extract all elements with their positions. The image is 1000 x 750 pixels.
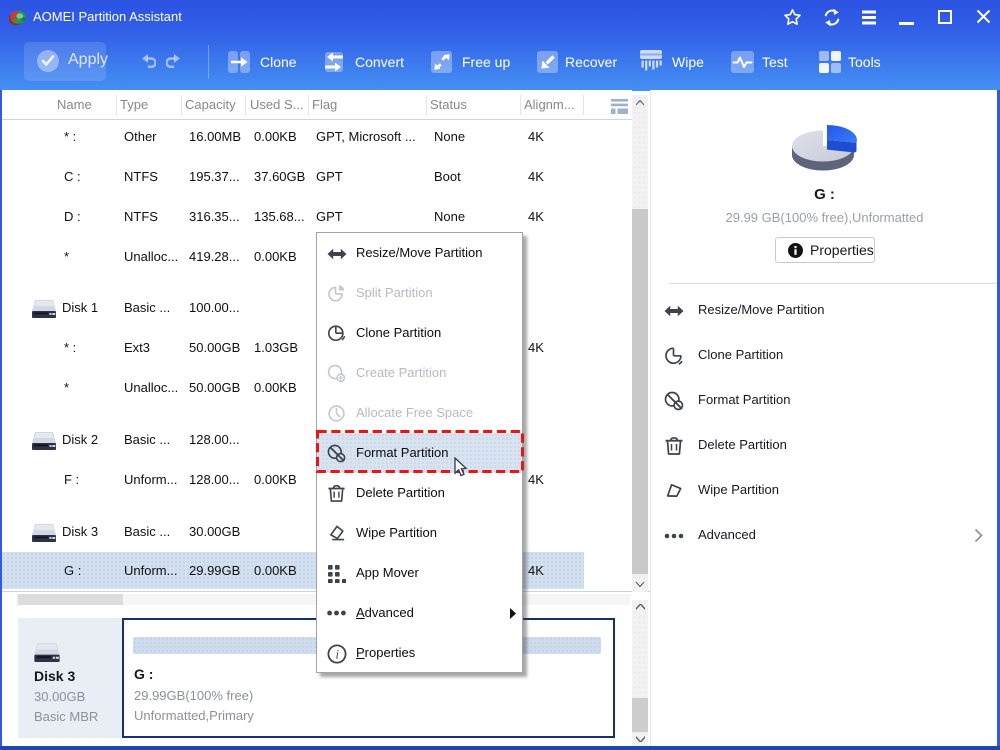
svg-text:i: i [336, 648, 340, 662]
